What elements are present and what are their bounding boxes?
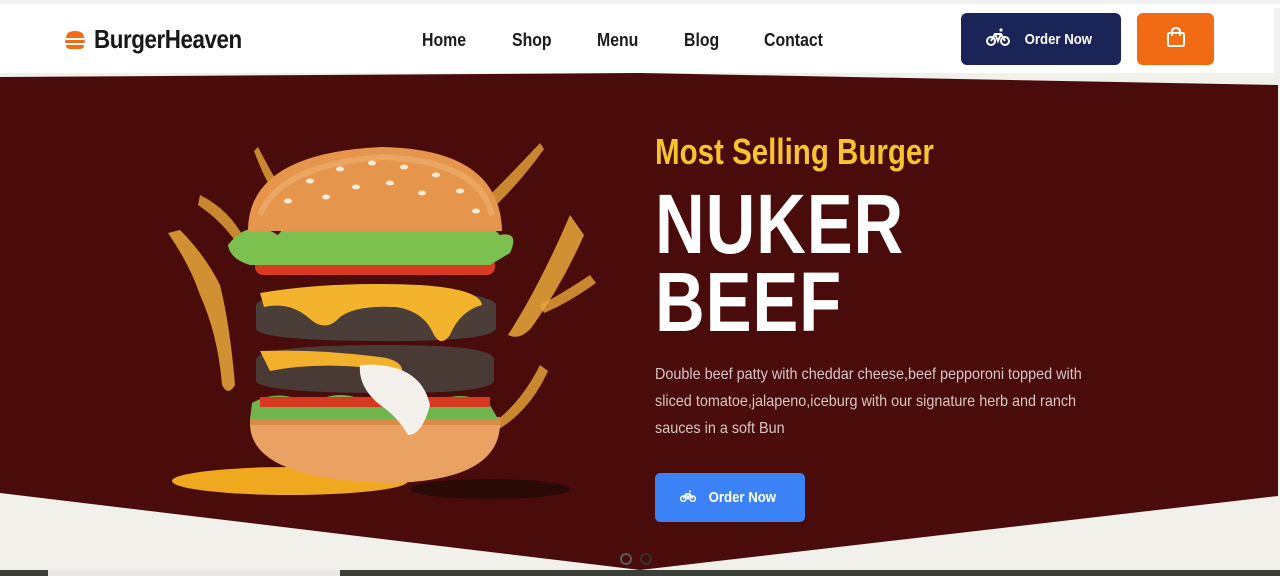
- hero-title-line-1: NUKER: [655, 177, 905, 271]
- nav-item-shop[interactable]: Shop: [512, 30, 552, 51]
- hero-description: Double beef patty with cheddar cheese,be…: [655, 366, 1082, 437]
- carousel-dots: [620, 553, 652, 565]
- bottom-strip-segment: [48, 570, 340, 576]
- nav-item-menu[interactable]: Menu: [597, 30, 638, 51]
- site-header: BurgerHeaven Home Shop Menu Blog Contact…: [0, 4, 1280, 80]
- carousel-dot-2[interactable]: [640, 553, 652, 565]
- header-order-now-button[interactable]: Order Now: [961, 13, 1121, 65]
- hero-order-now-label: Order Now: [708, 489, 776, 506]
- main-nav: Home Shop Menu Blog Contact: [422, 30, 871, 51]
- hero-order-now-button[interactable]: Order Now: [655, 473, 805, 522]
- burger-image: [168, 143, 596, 499]
- burger-icon: [64, 30, 86, 50]
- scrollbar[interactable]: [1274, 8, 1280, 80]
- shopping-bag-icon: [1165, 26, 1187, 53]
- hero-title-line-2: BEEF: [655, 255, 842, 349]
- hero-subtitle: Most Selling Burger: [655, 131, 934, 172]
- hero-title: NUKER BEEF: [655, 177, 999, 349]
- brand-logo[interactable]: BurgerHeaven: [64, 24, 266, 55]
- cart-button[interactable]: [1137, 13, 1214, 65]
- nav-item-contact[interactable]: Contact: [764, 30, 823, 51]
- bottom-strip: [0, 570, 1280, 576]
- bicycle-icon: [985, 27, 1010, 51]
- header-order-now-label: Order Now: [1024, 30, 1092, 48]
- hero-section: Most Selling Burger NUKER BEEF Double be…: [0, 73, 1280, 576]
- brand-name: BurgerHeaven: [94, 24, 242, 54]
- bicycle-icon: [679, 489, 696, 507]
- nav-item-home[interactable]: Home: [422, 30, 466, 51]
- carousel-dot-1[interactable]: [620, 553, 632, 565]
- nav-item-blog[interactable]: Blog: [684, 30, 719, 51]
